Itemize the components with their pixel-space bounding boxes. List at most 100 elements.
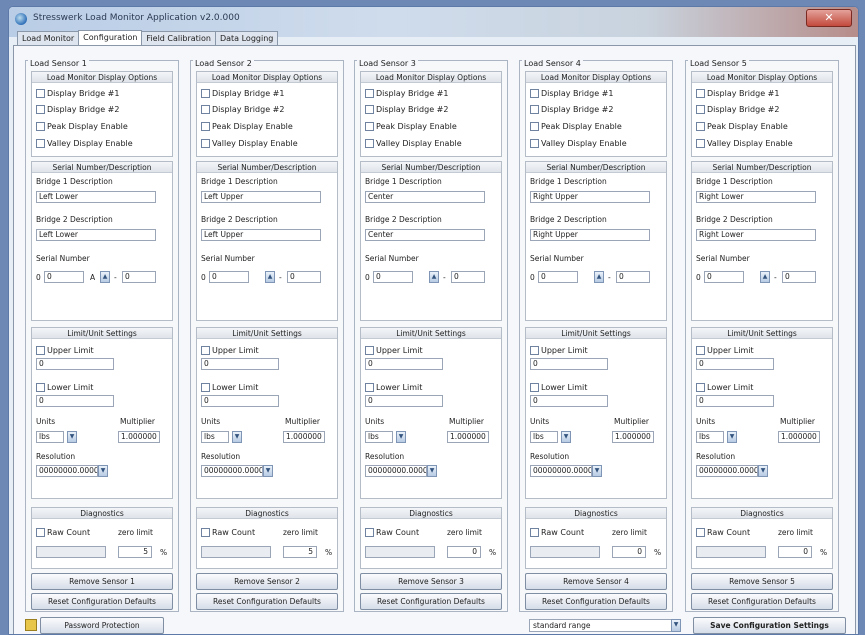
checkbox[interactable] [365, 121, 374, 131]
upper-limit-option[interactable]: Upper Limit [201, 344, 259, 356]
tab-data-logging[interactable]: Data Logging [214, 31, 279, 45]
bridge-1-description-input[interactable]: Left Lower [36, 191, 156, 203]
raw-count-option[interactable]: Raw Count [530, 526, 584, 538]
serial-suffix-input[interactable]: 0 [782, 271, 816, 283]
units-select[interactable]: lbs [696, 431, 724, 443]
serial-spin-icon[interactable]: ▲ [429, 271, 439, 283]
reset-defaults-button[interactable]: Reset Configuration Defaults [691, 593, 833, 610]
multiplier-input[interactable]: 1.000000 [118, 431, 160, 443]
remove-sensor-button[interactable]: Remove Sensor 4 [525, 573, 667, 590]
zero-limit-input[interactable]: 0 [778, 546, 812, 558]
checkbox[interactable] [201, 88, 210, 98]
lower-limit-input[interactable]: 0 [365, 395, 443, 407]
chevron-down-icon[interactable]: ▼ [98, 465, 108, 477]
peak-display-option[interactable]: Peak Display Enable [365, 120, 457, 132]
serial-number-input[interactable]: 0 [373, 271, 413, 283]
resolution-select[interactable]: 00000000.00000 [530, 465, 592, 477]
checkbox[interactable] [201, 382, 210, 392]
valley-display-option[interactable]: Valley Display Enable [365, 137, 462, 149]
lower-limit-option[interactable]: Lower Limit [365, 381, 422, 393]
checkbox[interactable] [530, 345, 539, 355]
checkbox[interactable] [201, 345, 210, 355]
checkbox[interactable] [696, 88, 705, 98]
display-bridge-2-option[interactable]: Display Bridge #2 [365, 103, 448, 115]
checkbox[interactable] [201, 527, 210, 537]
checkbox[interactable] [365, 345, 374, 355]
checkbox[interactable] [530, 88, 539, 98]
chevron-down-icon[interactable]: ▼ [758, 465, 768, 477]
reset-defaults-button[interactable]: Reset Configuration Defaults [31, 593, 173, 610]
remove-sensor-button[interactable]: Remove Sensor 3 [360, 573, 502, 590]
tab-configuration[interactable]: Configuration [78, 30, 143, 45]
bridge-2-description-input[interactable]: Right Lower [696, 229, 816, 241]
resolution-select[interactable]: 00000000.00000 [36, 465, 98, 477]
reset-defaults-button[interactable]: Reset Configuration Defaults [525, 593, 667, 610]
multiplier-input[interactable]: 1.000000 [612, 431, 654, 443]
serial-spin-icon[interactable]: ▲ [594, 271, 604, 283]
checkbox[interactable] [36, 121, 45, 131]
chevron-down-icon[interactable]: ▼ [396, 431, 406, 443]
checkbox[interactable] [201, 121, 210, 131]
serial-number-input[interactable]: 0 [538, 271, 578, 283]
serial-suffix-input[interactable]: 0 [616, 271, 650, 283]
resolution-select[interactable]: 00000000.00000 [201, 465, 263, 477]
checkbox[interactable] [530, 527, 539, 537]
resolution-select[interactable]: 00000000.00000 [696, 465, 758, 477]
upper-limit-input[interactable]: 0 [530, 358, 608, 370]
checkbox[interactable] [696, 345, 705, 355]
checkbox[interactable] [36, 88, 45, 98]
serial-number-input[interactable]: 0 [704, 271, 744, 283]
checkbox[interactable] [36, 382, 45, 392]
upper-limit-input[interactable]: 0 [201, 358, 279, 370]
serial-spin-icon[interactable]: ▲ [100, 271, 110, 283]
lower-limit-option[interactable]: Lower Limit [201, 381, 258, 393]
close-button[interactable]: ✕ [806, 9, 852, 27]
upper-limit-option[interactable]: Upper Limit [36, 344, 94, 356]
chevron-down-icon[interactable]: ▼ [561, 431, 571, 443]
zero-limit-input[interactable]: 5 [283, 546, 317, 558]
bridge-2-description-input[interactable]: Center [365, 229, 485, 241]
lower-limit-input[interactable]: 0 [36, 395, 114, 407]
bridge-1-description-input[interactable]: Right Lower [696, 191, 816, 203]
remove-sensor-button[interactable]: Remove Sensor 1 [31, 573, 173, 590]
upper-limit-option[interactable]: Upper Limit [696, 344, 754, 356]
checkbox[interactable] [530, 121, 539, 131]
raw-count-option[interactable]: Raw Count [36, 526, 90, 538]
valley-display-option[interactable]: Valley Display Enable [696, 137, 793, 149]
serial-spin-icon[interactable]: ▲ [760, 271, 770, 283]
checkbox[interactable] [530, 138, 539, 148]
lower-limit-input[interactable]: 0 [201, 395, 279, 407]
display-bridge-1-option[interactable]: Display Bridge #1 [201, 87, 284, 99]
checkbox[interactable] [365, 88, 374, 98]
checkbox[interactable] [365, 138, 374, 148]
units-select[interactable]: lbs [365, 431, 393, 443]
multiplier-input[interactable]: 1.000000 [778, 431, 820, 443]
password-protection-button[interactable]: Password Protection [25, 617, 164, 634]
checkbox[interactable] [530, 104, 539, 114]
raw-count-option[interactable]: Raw Count [696, 526, 750, 538]
lower-limit-input[interactable]: 0 [530, 395, 608, 407]
remove-sensor-button[interactable]: Remove Sensor 2 [196, 573, 338, 590]
display-bridge-2-option[interactable]: Display Bridge #2 [696, 103, 779, 115]
display-bridge-1-option[interactable]: Display Bridge #1 [696, 87, 779, 99]
serial-suffix-input[interactable]: 0 [122, 271, 156, 283]
checkbox[interactable] [201, 104, 210, 114]
checkbox[interactable] [36, 345, 45, 355]
checkbox[interactable] [530, 382, 539, 392]
display-bridge-2-option[interactable]: Display Bridge #2 [201, 103, 284, 115]
checkbox[interactable] [696, 382, 705, 392]
peak-display-option[interactable]: Peak Display Enable [36, 120, 128, 132]
chevron-down-icon[interactable]: ▼ [67, 431, 77, 443]
lower-limit-input[interactable]: 0 [696, 395, 774, 407]
chevron-down-icon[interactable]: ▼ [727, 431, 737, 443]
checkbox[interactable] [36, 104, 45, 114]
lower-limit-option[interactable]: Lower Limit [36, 381, 93, 393]
upper-limit-option[interactable]: Upper Limit [365, 344, 423, 356]
peak-display-option[interactable]: Peak Display Enable [696, 120, 788, 132]
peak-display-option[interactable]: Peak Display Enable [201, 120, 293, 132]
zero-limit-input[interactable]: 5 [118, 546, 152, 558]
units-select[interactable]: lbs [36, 431, 64, 443]
valley-display-option[interactable]: Valley Display Enable [530, 137, 627, 149]
checkbox[interactable] [365, 527, 374, 537]
chevron-down-icon[interactable]: ▼ [671, 619, 681, 632]
